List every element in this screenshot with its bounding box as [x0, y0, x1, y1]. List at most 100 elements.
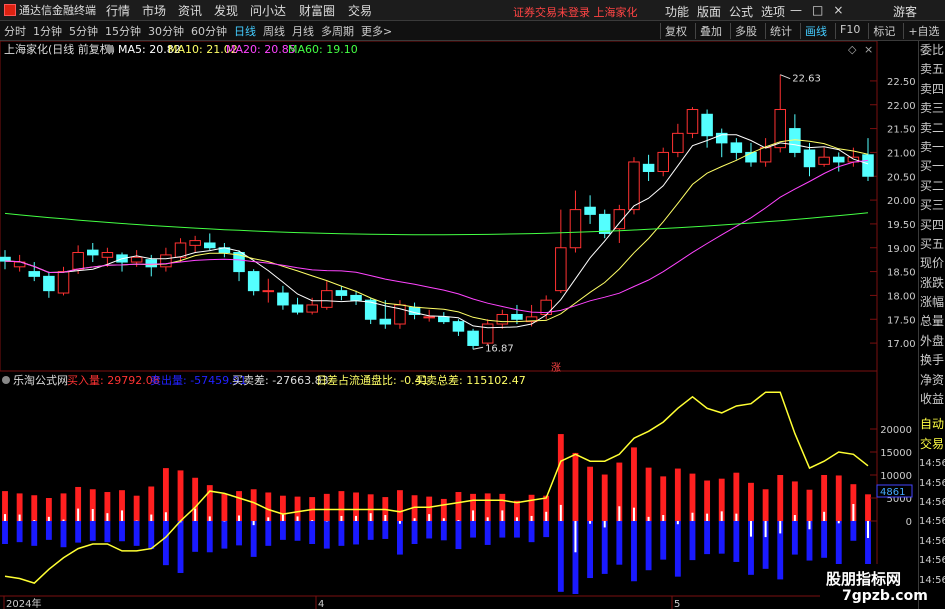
sell-volume-bar	[177, 521, 184, 573]
volume-bars	[2, 434, 871, 594]
side-time: 14:56	[919, 458, 945, 470]
close-icon[interactable]: ×	[833, 3, 843, 17]
tab-1min[interactable]: 1分钟	[33, 23, 62, 39]
side-sell2[interactable]: 卖二	[919, 119, 945, 138]
menu-item-caifuquan[interactable]: 财富圈	[294, 2, 340, 19]
app-logo-icon	[4, 4, 16, 16]
diff-volume-bar	[632, 507, 635, 521]
tool-huaxian[interactable]: 画线	[800, 23, 827, 39]
candle-body-up	[555, 247, 567, 292]
sell-volume-bar	[353, 521, 359, 545]
side-net-asset[interactable]: 净资	[919, 371, 945, 390]
side-price[interactable]: 现价	[919, 254, 945, 273]
tool-diejia[interactable]: 叠加	[695, 23, 722, 39]
sell-volume-bar	[60, 521, 67, 548]
sell-volume-bar	[250, 521, 257, 557]
menu-item-shichang[interactable]: 市场	[138, 2, 170, 19]
menu-item-banmian[interactable]: 版面	[697, 3, 721, 20]
side-auto[interactable]: 自动	[919, 415, 945, 434]
total-diff-label: 买卖总差: 115102.47	[415, 373, 526, 387]
candle-body-up	[628, 161, 640, 211]
side-weibi[interactable]: 委比	[919, 41, 945, 60]
main-menu: 行情 市场 资讯 发现 问小达 财富圈 交易	[102, 2, 380, 19]
diff-label: 买卖差: -27663.83	[232, 373, 329, 387]
sell-volume-bar	[528, 521, 535, 543]
tool-tongji[interactable]: 统计	[765, 23, 792, 39]
menu-item-faxian[interactable]: 发现	[210, 2, 242, 19]
close-panel-icon[interactable]: ×	[864, 43, 873, 56]
chart-area[interactable]: 22.50 22.00 21.50 21.00 20.50 20.00 19.50 19.00…	[0, 41, 918, 609]
side-trade[interactable]: 交易	[919, 435, 945, 454]
tool-duogu[interactable]: 多股	[730, 23, 757, 39]
side-buy4[interactable]: 买四	[919, 216, 945, 235]
tool-f10[interactable]: F10	[835, 23, 860, 39]
buy-volume-bar	[748, 482, 754, 521]
minimize-icon[interactable]: —	[790, 3, 802, 17]
menu-item-hangqing[interactable]: 行情	[102, 2, 134, 19]
side-buy1[interactable]: 买一	[919, 157, 945, 176]
tab-daily[interactable]: 日线	[234, 23, 256, 39]
side-change[interactable]: 涨跌	[919, 274, 945, 293]
date-tick-label: 2024年	[6, 597, 41, 609]
side-buy3[interactable]: 买三	[919, 196, 945, 215]
side-buy2[interactable]: 买二	[919, 177, 945, 196]
menu-item-wenxiaoda[interactable]: 问小达	[246, 2, 290, 19]
side-sell3[interactable]: 卖三	[919, 99, 945, 118]
candle-body-up	[101, 252, 114, 258]
sell-volume-bar	[631, 521, 637, 582]
watermark-line2: 7gpzb.com	[842, 588, 928, 604]
candle-body-down	[598, 213, 611, 234]
guest-login[interactable]: 游客	[893, 3, 917, 20]
diff-volume-bar	[252, 521, 255, 526]
indicator-gear-icon[interactable]	[2, 376, 10, 384]
sell-volume-bar	[148, 521, 155, 550]
side-sell4[interactable]: 卖四	[919, 80, 945, 99]
menu-item-gongshi[interactable]: 公式	[729, 3, 753, 20]
tab-30min[interactable]: 30分钟	[148, 23, 184, 39]
side-buy5[interactable]: 买五	[919, 235, 945, 254]
volume-bar-pair	[557, 434, 564, 592]
diff-volume-bar	[194, 508, 197, 521]
menu-item-zixun[interactable]: 资讯	[174, 2, 206, 19]
sell-volume-bar	[2, 521, 8, 544]
side-change-pct[interactable]: 涨幅	[919, 293, 945, 312]
tab-more[interactable]: 更多>	[361, 23, 392, 39]
side-earnings[interactable]: 收益	[919, 390, 945, 409]
menu-item-jiaoyi[interactable]: 交易	[344, 2, 376, 19]
diff-volume-bar	[486, 517, 489, 521]
volume-bar-pair	[45, 498, 52, 540]
menu-item-xuanxiang[interactable]: 选项	[761, 3, 785, 20]
side-outer[interactable]: 外盘	[919, 332, 945, 351]
tab-multi-period[interactable]: 多周期	[321, 23, 354, 39]
ratio-label: 日差占流通盘比: -0.41	[316, 373, 429, 387]
diff-volume-bar	[33, 520, 36, 521]
tab-fenshi[interactable]: 分时	[4, 23, 26, 39]
buy-volume-label: 买入量: 29792.08	[67, 374, 160, 387]
diamond-icon[interactable]: ◇	[848, 43, 857, 56]
tool-biaoji[interactable]: 标记	[868, 23, 895, 39]
maximize-icon[interactable]: □	[812, 3, 823, 17]
volume-bar-pair	[279, 495, 286, 540]
tab-15min[interactable]: 15分钟	[105, 23, 141, 39]
price-tick-label: 21.00	[887, 148, 916, 159]
tab-monthly[interactable]: 月线	[292, 23, 314, 39]
buy-volume-bar	[777, 475, 784, 521]
sell-volume-bar	[104, 521, 111, 543]
side-sell5[interactable]: 卖五	[919, 60, 945, 79]
tab-60min[interactable]: 60分钟	[191, 23, 227, 39]
side-sell1[interactable]: 卖一	[919, 138, 945, 157]
trade-login-notice[interactable]: 证券交易未登录 上海家化	[513, 4, 638, 20]
diff-volume-bar	[706, 513, 709, 521]
settings-gear-icon[interactable]	[106, 45, 114, 53]
candle-body-down	[379, 318, 392, 325]
diff-volume-bar	[47, 516, 50, 521]
side-turnover[interactable]: 换手	[919, 351, 945, 370]
tab-5min[interactable]: 5分钟	[69, 23, 98, 39]
diff-volume-bar	[77, 508, 80, 521]
menu-item-gongneng[interactable]: 功能	[665, 3, 689, 20]
tool-add-watchlist[interactable]: +自选	[903, 23, 940, 39]
buy-volume-bar	[221, 493, 228, 521]
side-volume[interactable]: 总量	[919, 312, 945, 331]
tab-weekly[interactable]: 周线	[263, 23, 285, 39]
tool-fuquan[interactable]: 复权	[660, 23, 687, 39]
